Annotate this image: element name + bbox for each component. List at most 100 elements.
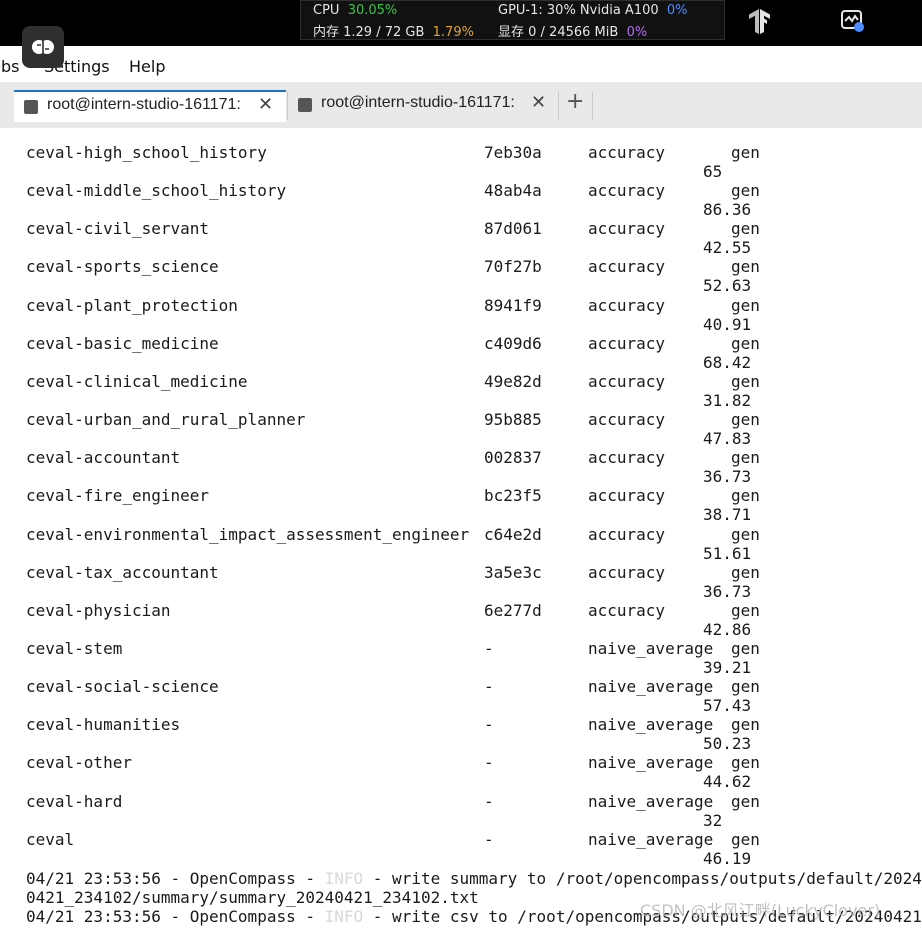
cell-version: 70f27b xyxy=(484,257,542,277)
cell-score: 42.86 xyxy=(703,619,752,639)
close-icon[interactable]: ✕ xyxy=(258,94,273,115)
cell-version: - xyxy=(484,677,494,697)
tensorboard-icon[interactable] xyxy=(840,8,866,34)
cell-mode: gen xyxy=(731,143,760,162)
cell-score: 52.63 xyxy=(703,276,752,296)
cell-version: c409d6 xyxy=(484,333,542,353)
menu-item-tabs[interactable]: bs xyxy=(1,57,20,76)
cell-dataset: ceval-physician xyxy=(26,600,171,620)
tab-divider xyxy=(592,92,593,120)
cell-score: 51.61 xyxy=(703,543,752,563)
cell-score: 44.62 xyxy=(703,772,752,792)
cell-version: - xyxy=(484,715,494,735)
gpu-readout: GPU-1: 30% Nvidia A100 0% xyxy=(498,3,688,18)
cell-metric: naive_average xyxy=(588,829,714,849)
cell-metric: accuracy xyxy=(588,600,666,620)
cell-mode: gen xyxy=(731,486,760,506)
cell-score: 50.23 xyxy=(703,734,752,754)
cell-mode: gen xyxy=(731,524,760,544)
memory-readout: 内存 1.29 / 72 GB 1.79% xyxy=(313,25,474,40)
cell-metric: naive_average xyxy=(588,715,714,735)
cell-dataset: ceval-urban_and_rural_planner xyxy=(26,410,306,430)
cell-version: 6e277d xyxy=(484,600,542,620)
cell-dataset: ceval-other xyxy=(26,753,132,773)
cell-metric: accuracy xyxy=(588,257,666,277)
cell-metric: naive_average xyxy=(588,677,714,697)
terminal-icon xyxy=(298,98,312,112)
cell-score: 42.55 xyxy=(703,238,752,258)
cell-metric: accuracy xyxy=(588,333,666,353)
cell-metric: accuracy xyxy=(588,562,666,582)
cell-mode: gen xyxy=(731,371,760,391)
cell-dataset: ceval-social-science xyxy=(26,677,219,697)
cell-mode: gen xyxy=(731,638,760,658)
cell-score: 39.21 xyxy=(703,657,752,677)
cell-dataset: ceval-plant_protection xyxy=(26,295,238,315)
tab-terminal-1[interactable]: root@intern-studio-161171: ✕ xyxy=(14,90,286,122)
cell-version: c64e2d xyxy=(484,524,542,544)
cell-mode: gen xyxy=(731,753,760,773)
cell-mode: gen xyxy=(731,333,760,353)
cell-dataset: ceval-clinical_medicine xyxy=(26,371,248,391)
cell-score: 47.83 xyxy=(703,429,752,449)
cell-dataset: ceval-accountant xyxy=(26,448,181,468)
memory-value: 1.79% xyxy=(432,25,474,40)
vram-value: 0% xyxy=(626,25,648,40)
tensorflow-icon[interactable] xyxy=(748,8,772,34)
cell-dataset: ceval-high_school_history xyxy=(26,143,267,162)
cell-score: 68.42 xyxy=(703,352,752,372)
cell-version: - xyxy=(484,753,494,773)
cpu-readout: CPU 30.05% xyxy=(313,3,398,18)
new-tab-plus-icon[interactable]: + xyxy=(566,89,584,114)
vram-readout: 显存 0 / 24566 MiB 0% xyxy=(498,25,648,40)
system-bar: CPU 30.05% 内存 1.29 / 72 GB 1.79% GPU-1: … xyxy=(0,0,922,46)
cell-version: 48ab4a xyxy=(484,181,542,201)
cell-metric: accuracy xyxy=(588,371,666,391)
close-icon[interactable]: ✕ xyxy=(531,92,546,113)
cell-dataset: ceval-environmental_impact_assessment_en… xyxy=(26,524,470,544)
cell-score: 86.36 xyxy=(703,200,752,220)
cell-dataset: ceval-tax_accountant xyxy=(26,562,219,582)
cell-mode: gen xyxy=(731,219,760,239)
cell-metric: accuracy xyxy=(588,486,666,506)
cell-score: 36.73 xyxy=(703,581,752,601)
cell-version: 49e82d xyxy=(484,371,542,391)
gpu-value: 0% xyxy=(666,3,688,18)
cell-version: 7eb30a xyxy=(484,143,542,162)
cell-metric: naive_average xyxy=(588,791,714,811)
cell-mode: gen xyxy=(731,410,760,430)
tab-label: root@intern-studio-161171: xyxy=(321,94,515,111)
cell-score: 38.71 xyxy=(703,505,752,525)
cpu-value: 30.05% xyxy=(347,3,398,18)
cell-score: 36.73 xyxy=(703,467,752,487)
tab-divider xyxy=(558,92,559,120)
cell-mode: gen xyxy=(731,829,760,849)
cell-dataset: ceval xyxy=(26,829,75,849)
cell-metric: naive_average xyxy=(588,638,714,658)
terminal-output[interactable]: ceval-high_school_history 7eb30a accuracy g… xyxy=(0,128,922,928)
menu-item-help[interactable]: Help xyxy=(129,57,165,76)
cell-score: 31.82 xyxy=(703,390,752,410)
tab-label: root@intern-studio-161171: xyxy=(47,96,241,113)
tab-terminal-2[interactable]: root@intern-studio-161171: ✕ xyxy=(288,90,558,122)
cell-metric: naive_average xyxy=(588,753,714,773)
cell-mode: gen xyxy=(731,791,760,811)
cell-version: - xyxy=(484,829,494,849)
watermark: CSDN @北风江畔(LuckyClover) xyxy=(640,901,881,920)
app-brain-icon[interactable] xyxy=(22,26,64,68)
log-line-summary: 04/21 23:53:56 - OpenCompass - INFO - wr… xyxy=(26,869,922,888)
cell-score: 40.91 xyxy=(703,314,752,334)
log-line-summary-cont: 0421_234102/summary/summary_20240421_234… xyxy=(26,888,479,907)
cell-version: 3a5e3c xyxy=(484,562,542,582)
cell-score: 65 xyxy=(703,162,723,181)
cell-version: - xyxy=(484,791,494,811)
cell-metric: accuracy xyxy=(588,410,666,430)
cell-dataset: ceval-stem xyxy=(26,638,123,658)
cell-mode: gen xyxy=(731,715,760,735)
cell-score: 32 xyxy=(703,810,723,830)
cell-dataset: ceval-basic_medicine xyxy=(26,333,219,353)
cell-mode: gen xyxy=(731,562,760,582)
cell-mode: gen xyxy=(731,448,760,468)
cell-mode: gen xyxy=(731,677,760,697)
cell-dataset: ceval-middle_school_history xyxy=(26,181,287,201)
